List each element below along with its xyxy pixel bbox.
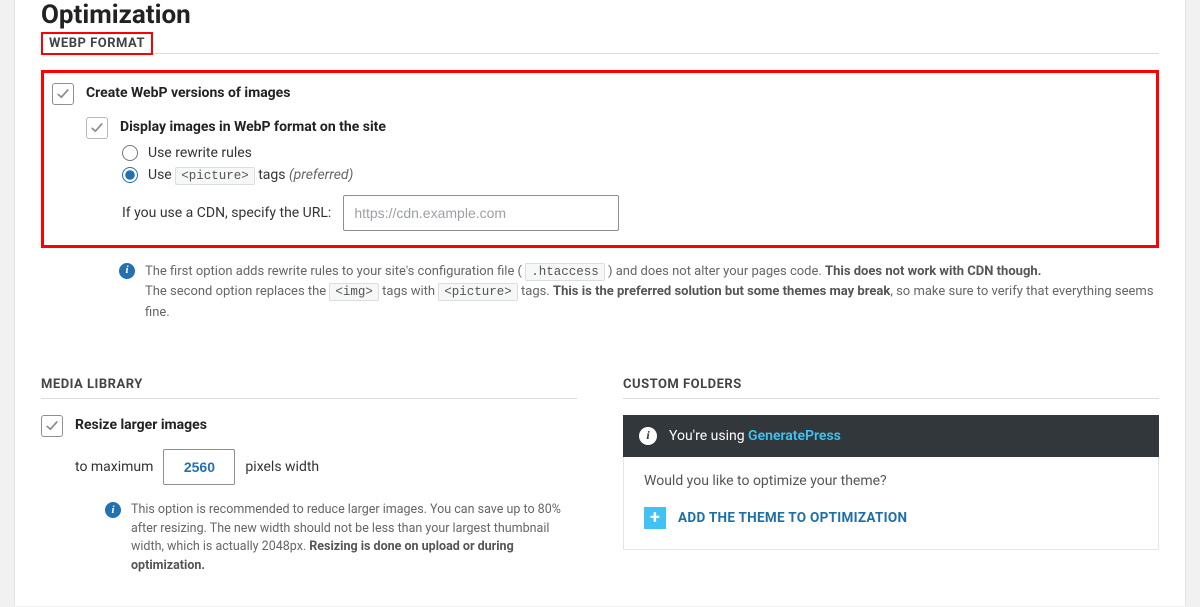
theme-banner: i You're using GeneratePress	[623, 415, 1159, 457]
resize-images-checkbox[interactable]	[41, 415, 63, 437]
cdn-url-label: If you use a CDN, specify the URL:	[122, 205, 331, 221]
to-maximum-label: to maximum	[75, 459, 153, 475]
resize-images-label: Resize larger images	[75, 415, 207, 433]
info-icon: i	[639, 427, 657, 445]
page-title: Optimization	[41, 0, 1159, 30]
webp-info-block: i The first option adds rewrite rules to…	[119, 262, 1159, 323]
pixels-width-label: pixels width	[245, 459, 319, 475]
display-webp-checkbox[interactable]	[86, 117, 108, 139]
media-library-section-label: MEDIA LIBRARY	[41, 377, 577, 392]
add-theme-button[interactable]: + ADD THE THEME TO OPTIMIZATION	[644, 507, 907, 529]
create-webp-checkbox[interactable]	[52, 83, 74, 105]
display-webp-label: Display images in WebP format on the sit…	[120, 117, 386, 135]
info-icon: i	[119, 263, 135, 279]
rewrite-rules-radio-row[interactable]: Use rewrite rules	[122, 145, 1148, 161]
rewrite-rules-label: Use rewrite rules	[148, 145, 252, 161]
plus-icon: +	[644, 507, 666, 529]
webp-section-label: WEBP FORMAT	[41, 32, 153, 55]
optimize-theme-question: Would you like to optimize your theme?	[644, 473, 1138, 489]
picture-tags-radio-row[interactable]: Use <picture> tags (preferred)	[122, 167, 1148, 183]
picture-tags-radio[interactable]	[122, 167, 138, 183]
create-webp-label: Create WebP versions of images	[86, 83, 290, 101]
cdn-url-input[interactable]	[343, 195, 619, 231]
media-info-block: i This option is recommended to reduce l…	[105, 501, 575, 576]
max-width-input[interactable]	[163, 449, 235, 485]
rewrite-rules-radio[interactable]	[122, 145, 138, 161]
webp-highlight-box: Create WebP versions of images Display i…	[41, 70, 1159, 248]
info-icon: i	[105, 502, 121, 518]
picture-tags-label: Use <picture> tags (preferred)	[148, 167, 353, 183]
custom-folders-section-label: CUSTOM FOLDERS	[623, 377, 1159, 392]
theme-link[interactable]: GeneratePress	[748, 428, 841, 444]
